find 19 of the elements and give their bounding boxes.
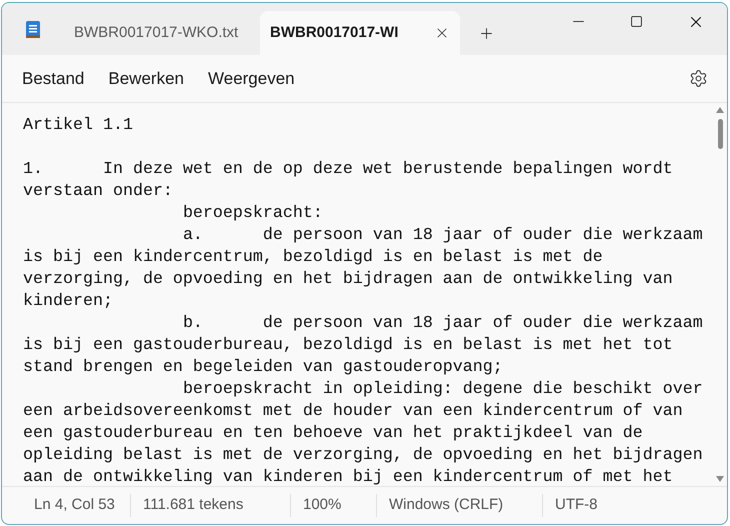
status-text: UTF-8: [542, 494, 632, 517]
file-tab[interactable]: BWBR0017017-WKO.txt: [64, 11, 260, 55]
menu-item[interactable]: Bewerken: [97, 66, 195, 92]
menu-item[interactable]: Weergeven: [197, 66, 306, 92]
scroll-down-icon[interactable]: [716, 476, 724, 482]
status-text: 100%: [290, 494, 376, 517]
status-text: Windows (CRLF): [376, 494, 542, 517]
status-text: Ln 4, Col 53: [33, 495, 116, 516]
scrollbar-thumb[interactable]: [718, 119, 722, 149]
status-text: 111.681 tekens: [130, 494, 290, 517]
tab-label: BWBR0017017-WI: [270, 22, 400, 43]
file-tab[interactable]: BWBR0017017-WI: [260, 11, 460, 55]
scroll-up-icon[interactable]: [716, 107, 724, 113]
settings-icon[interactable]: [689, 69, 708, 88]
maximize-icon[interactable]: [630, 15, 642, 28]
menu-item[interactable]: Bestand: [11, 66, 96, 92]
tab-label: BWBR0017017-WKO.txt: [74, 22, 240, 43]
document-text[interactable]: Artikel 1.1 1. In deze wet en de op deze wet berustende bepalingen wordt verstaan onder: beroepskracht: a. de persoon van 18 jaar of ouder die werkzaam is bij een kindercentrum, bezoldigd is en belast is met de verzorging, de opvoeding en het bijdragen aan de ontwikkeling van kinderen; b. de persoon van 18 jaar of ouder die werkzaam is bij een gastouderbureau, bezoldigd is en belast is met het tot stand brengen en begeleiden van gastouderopvang; beroepskracht in opleiding: degene die beschikt over een arbeidsovereenkomst met de houder van een kindercentrum of van een gastouderbureau en ten behoeve van het praktijkdeel van de opleiding belast is met de verzorging, de opvoeding en het bijdragen aan de ontwikkeling van kinderen bij een kindercentrum of met het: [23, 115, 707, 486]
notepad-icon: [25, 19, 41, 39]
